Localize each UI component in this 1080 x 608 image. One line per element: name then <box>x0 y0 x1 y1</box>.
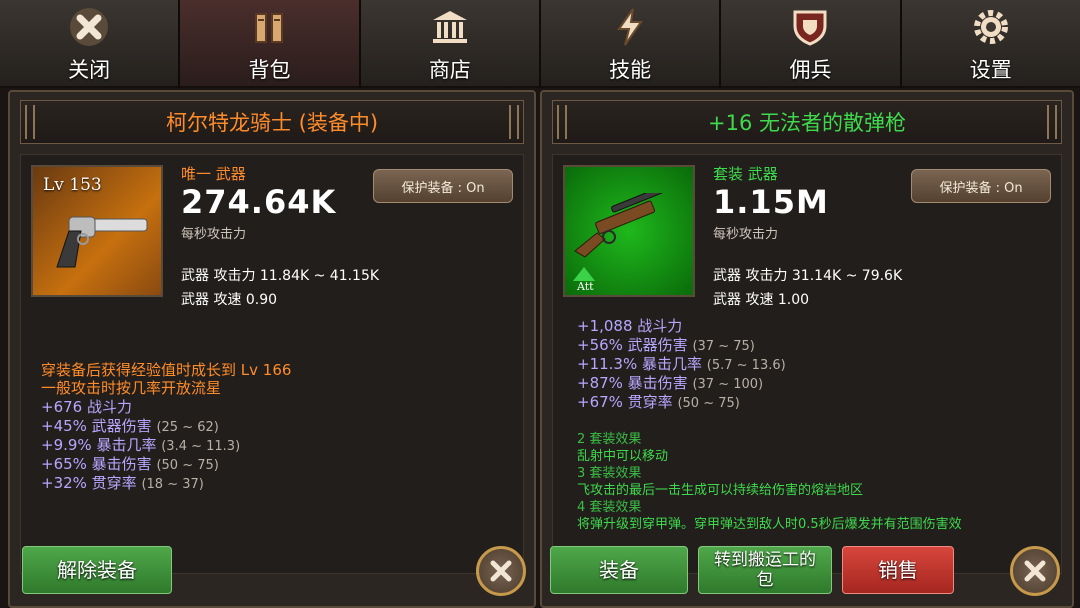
stat-bonus-text: +67% 贯穿率 <box>577 393 673 411</box>
equipped-item-panel: 柯尔特龙骑士 (装备中) Lv 153 唯一 武器 274.64K 每秒攻击力 … <box>8 90 536 608</box>
stat-bonus: +676 战斗力 <box>41 398 132 416</box>
nav-label: 商店 <box>428 58 471 82</box>
item-rarity: 唯一 武器 <box>181 165 246 183</box>
set-effect-header: 4 套装效果 <box>577 500 642 515</box>
protect-equipment-button[interactable]: 保护装备 : On <box>911 169 1051 203</box>
set-effect: 乱射中可以移动 <box>577 449 669 464</box>
stat-bonus: +32% 贯穿率 (18 ~ 37) <box>41 474 204 494</box>
nav-mercenary[interactable]: 佣兵 <box>721 0 900 88</box>
stat-bonus-text: +676 战斗力 <box>41 398 132 416</box>
stat-bonus: +65% 暴击伤害 (50 ~ 75) <box>41 455 219 475</box>
stat-bonus: +11.3% 暴击几率 (5.7 ~ 13.6) <box>577 355 786 375</box>
sell-button[interactable]: 销售 <box>842 546 954 594</box>
stat-bonus: +9.9% 暴击几率 (3.4 ~ 11.3) <box>41 436 240 456</box>
nav-shop[interactable]: 商店 <box>360 0 539 88</box>
stat-bonus-text: +9.9% 暴击几率 <box>41 436 157 454</box>
stat-range: (50 ~ 75) <box>677 396 740 411</box>
close-left-button[interactable] <box>476 546 526 596</box>
att-label: Att <box>577 280 594 293</box>
protect-equipment-button[interactable]: 保护装备 : On <box>373 169 513 203</box>
nav-label: 关闭 <box>68 58 111 82</box>
nav-label: 佣兵 <box>789 58 832 82</box>
revolver-icon <box>47 211 151 277</box>
stat-bonus-text: +32% 贯穿率 <box>41 474 137 492</box>
backpack-icon <box>246 4 292 50</box>
close-icon <box>490 560 512 582</box>
stat-bonus: +45% 武器伤害 (25 ~ 62) <box>41 417 219 437</box>
stat-range: (37 ~ 75) <box>692 339 755 354</box>
shield-icon <box>787 4 833 50</box>
weapon-attack: 武器 攻击力 31.14K ~ 79.6K <box>713 268 903 284</box>
nav-skills[interactable]: 技能 <box>540 0 720 88</box>
weapon-speed: 武器 攻速 0.90 <box>181 292 278 308</box>
stat-bonus-text: +1,088 战斗力 <box>577 317 683 335</box>
compare-item-panel: +16 无法者的散弹枪 Att 套装 武器 1.15M 每秒攻击力 武器 攻击力… <box>540 90 1074 608</box>
stat-bonus-text: +65% 暴击伤害 <box>41 455 152 473</box>
weapon-attack: 武器 攻击力 11.84K ~ 41.15K <box>181 268 380 284</box>
item-icon-frame: Lv 153 <box>31 165 163 297</box>
stat-bonus: +1,088 战斗力 <box>577 317 682 335</box>
weapon-speed: 武器 攻速 1.00 <box>713 292 810 308</box>
close-right-button[interactable] <box>1010 546 1060 596</box>
upgrade-arrow-icon <box>573 267 595 281</box>
special-effect: 穿装备后获得经验值时成长到 Lv 166 <box>41 361 292 379</box>
nav-label: 背包 <box>248 58 291 82</box>
stat-bonus-text: +56% 武器伤害 <box>577 336 688 354</box>
special-effect: 一般攻击时按几率开放流星 <box>41 379 222 397</box>
unequip-button[interactable]: 解除装备 <box>22 546 172 594</box>
panel-title: 柯尔特龙骑士 (装备中) <box>20 100 524 144</box>
set-effect: 将弹升级到穿甲弹。穿甲弹达到敌人时0.5秒后爆发并有范围伤害效 <box>577 517 962 532</box>
top-nav: 关闭 背包 商店 技能 佣兵 设置 <box>0 0 1080 88</box>
item-rarity: 套装 武器 <box>713 165 778 183</box>
stat-range: (25 ~ 62) <box>156 420 219 435</box>
stat-bonus: +87% 暴击伤害 (37 ~ 100) <box>577 374 763 394</box>
dps-value: 274.64K <box>181 183 337 221</box>
stat-bonus-text: +87% 暴击伤害 <box>577 374 688 392</box>
stat-bonus-text: +45% 武器伤害 <box>41 417 152 435</box>
item-icon-frame: Att <box>563 165 695 297</box>
item-card: Att 套装 武器 1.15M 每秒攻击力 武器 攻击力 31.14K ~ 79… <box>552 154 1062 574</box>
item-level: Lv 153 <box>43 175 102 195</box>
item-name: +16 无法者的散弹枪 <box>708 111 906 135</box>
stat-range: (18 ~ 37) <box>141 477 204 492</box>
nav-label: 技能 <box>609 58 652 82</box>
stat-range: (50 ~ 75) <box>156 458 219 473</box>
dps-label: 每秒攻击力 <box>181 227 247 242</box>
item-name: 柯尔特龙骑士 (装备中) <box>165 111 379 135</box>
set-effect-header: 2 套装效果 <box>577 432 642 447</box>
gear-icon <box>968 4 1014 50</box>
nav-label: 设置 <box>969 58 1012 82</box>
nav-settings[interactable]: 设置 <box>901 0 1080 88</box>
stat-range: (3.4 ~ 11.3) <box>161 439 241 454</box>
item-card: Lv 153 唯一 武器 274.64K 每秒攻击力 武器 攻击力 11.84K… <box>20 154 524 574</box>
dps-label: 每秒攻击力 <box>713 227 779 242</box>
stat-bonus-text: +11.3% 暴击几率 <box>577 355 702 373</box>
stat-bonus: +56% 武器伤害 (37 ~ 75) <box>577 336 755 356</box>
set-effect-header: 3 套装效果 <box>577 466 642 481</box>
stat-range: (37 ~ 100) <box>692 377 764 392</box>
nav-backpack[interactable]: 背包 <box>180 0 359 88</box>
lightning-icon <box>607 4 653 50</box>
shotgun-icon <box>571 178 689 263</box>
panel-title: +16 无法者的散弹枪 <box>552 100 1062 144</box>
transfer-button[interactable]: 转到搬运工的包 <box>698 546 832 594</box>
close-icon <box>1024 560 1046 582</box>
close-icon <box>66 4 112 50</box>
stat-bonus: +67% 贯穿率 (50 ~ 75) <box>577 393 740 413</box>
nav-close[interactable]: 关闭 <box>0 0 179 88</box>
shop-icon <box>427 4 473 50</box>
stat-range: (5.7 ~ 13.6) <box>706 358 786 373</box>
dps-value: 1.15M <box>713 183 829 221</box>
set-effect: 飞攻击的最后一击生成可以持续给伤害的熔岩地区 <box>577 483 864 498</box>
equip-button[interactable]: 装备 <box>550 546 688 594</box>
